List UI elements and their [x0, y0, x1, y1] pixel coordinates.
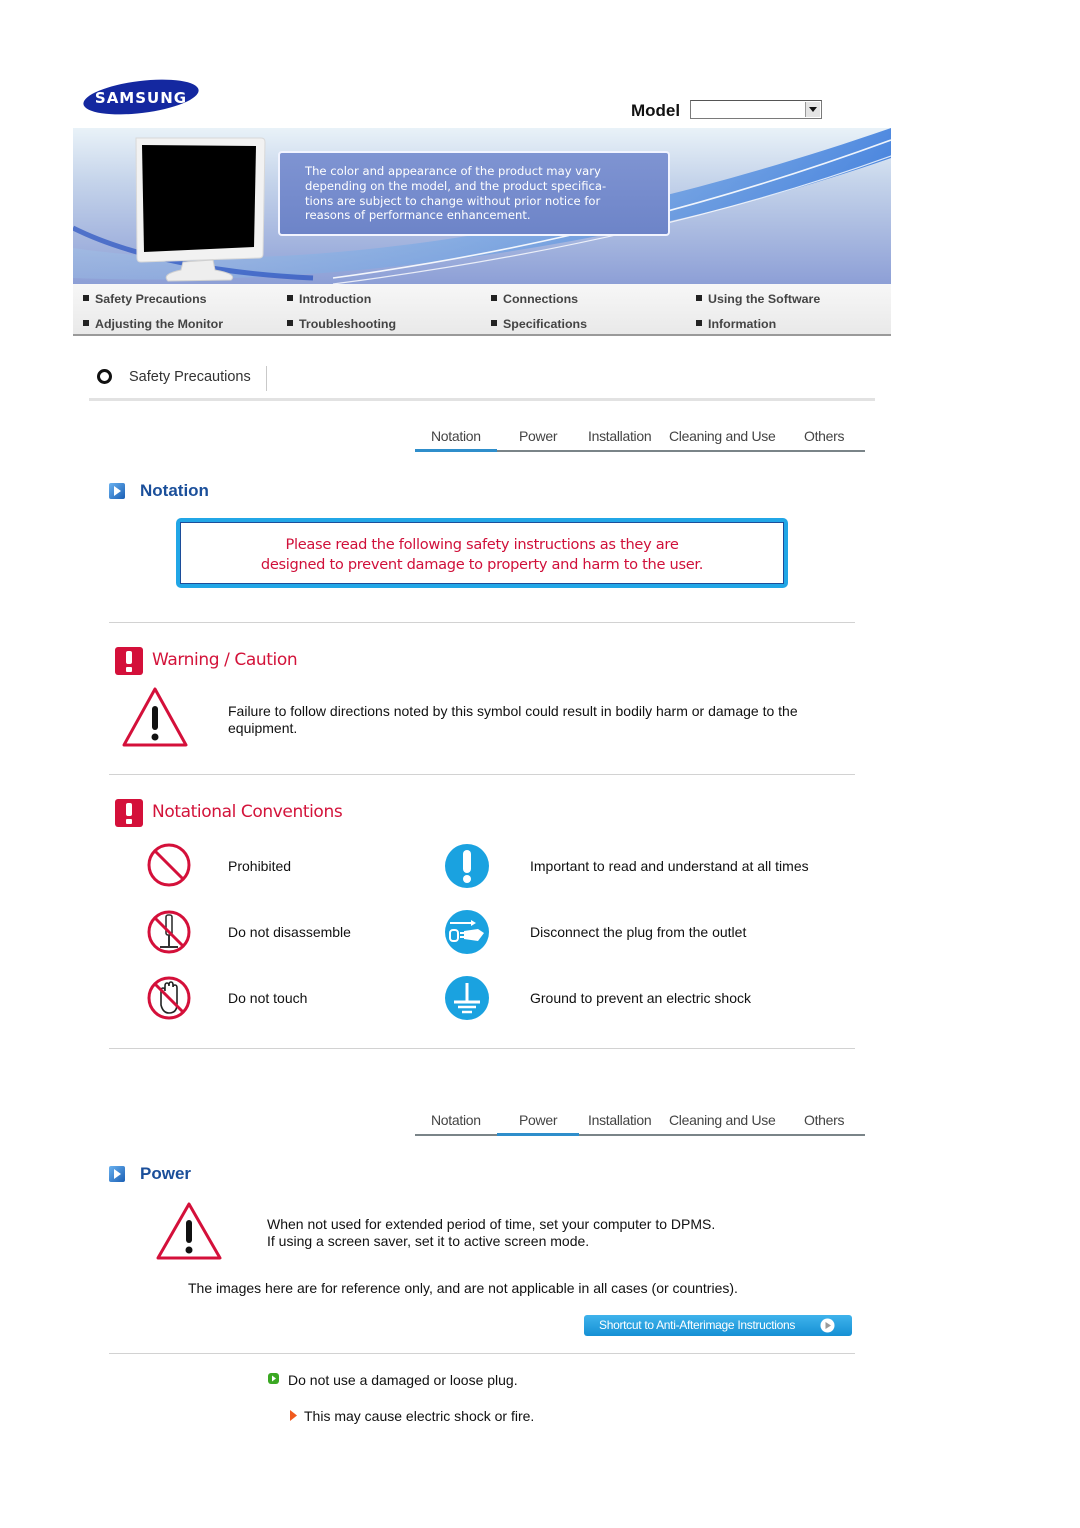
convention-label: Do not touch [228, 990, 308, 1006]
convention-label: Disconnect the plug from the outlet [530, 924, 747, 940]
nav-information[interactable]: Information [696, 317, 776, 331]
brand-text: SAMSUNG [95, 89, 187, 107]
circle-bullet-icon [97, 369, 112, 384]
bullet-icon [287, 320, 293, 326]
banner-note-line: The color and appearance of the product … [305, 164, 601, 178]
tab-notation[interactable]: Notation [431, 428, 481, 444]
bullet-icon [696, 320, 702, 326]
tab-installation[interactable]: Installation [588, 428, 652, 444]
power-warning-line: If using a screen saver, set it to activ… [267, 1233, 590, 1249]
shortcut-button-label: Shortcut to Anti-Afterimage Instructions [599, 1318, 796, 1332]
nav-label: Using the Software [708, 292, 821, 306]
bullet-icon [287, 295, 293, 301]
notice-line: designed to prevent damage to property a… [260, 555, 704, 573]
bullet-icon [83, 295, 89, 301]
divider [266, 366, 267, 391]
nav-label: Connections [503, 292, 579, 306]
tab-others[interactable]: Others [804, 1112, 845, 1128]
ground-icon [445, 976, 489, 1020]
active-tab-indicator [497, 1133, 579, 1136]
notice-line: Please read the following safety instruc… [285, 536, 679, 553]
bullet-icon [696, 295, 702, 301]
important-icon [445, 844, 489, 888]
convention-label: Important to read and understand at all … [530, 858, 809, 874]
main-nav: Safety Precautions Introduction Connecti… [73, 284, 891, 336]
model-label: Model [631, 101, 681, 120]
tab-cleaning-and-use[interactable]: Cleaning and Use [669, 428, 776, 444]
nav-connections[interactable]: Connections [491, 292, 578, 306]
samsung-logo: SAMSUNG [82, 78, 200, 116]
notational-conventions-heading: Notational Conventions [152, 802, 343, 822]
divider [109, 774, 855, 775]
tab-cleaning-and-use[interactable]: Cleaning and Use [669, 1112, 776, 1128]
do-not-disassemble-icon [147, 910, 191, 954]
tab-installation[interactable]: Installation [588, 1112, 652, 1128]
nav-label: Troubleshooting [299, 317, 397, 331]
power-heading: Power [140, 1164, 192, 1183]
bullet-icon [491, 320, 497, 326]
divider [109, 622, 855, 623]
bullet-icon [83, 320, 89, 326]
section-tabs-top: Notation Power Installation Cleaning and… [415, 426, 865, 452]
disconnect-plug-icon [445, 910, 489, 954]
tab-others[interactable]: Others [804, 428, 845, 444]
do-not-touch-icon [147, 976, 191, 1020]
notation-heading: Notation [140, 481, 209, 500]
section-arrow-icon [109, 1166, 125, 1182]
warning-triangle-icon [122, 687, 188, 747]
nav-label: Introduction [299, 292, 372, 306]
tab-power[interactable]: Power [519, 428, 557, 444]
orange-arrow-bullet-icon [290, 1410, 297, 1421]
section-arrow-icon [109, 483, 125, 499]
safety-notice-box: Please read the following safety instruc… [176, 518, 788, 588]
active-tab-indicator [415, 449, 497, 452]
convention-label: Do not disassemble [228, 924, 351, 940]
banner-note-line: depending on the model, and the product … [305, 178, 607, 193]
prohibited-icon [147, 843, 191, 887]
nav-troubleshooting[interactable]: Troubleshooting [287, 317, 396, 331]
nav-adjusting-the-monitor[interactable]: Adjusting the Monitor [83, 317, 223, 331]
section-tabs-bottom: Notation Power Installation Cleaning and… [415, 1110, 865, 1136]
bullet-icon [491, 295, 497, 301]
nav-safety-precautions[interactable]: Safety Precautions [83, 292, 207, 306]
divider [109, 1353, 855, 1354]
nav-label: Safety Precautions [95, 292, 207, 306]
breadcrumb-label: Safety Precautions [129, 369, 251, 385]
nav-label: Information [708, 317, 777, 331]
reference-note: The images here are for reference only, … [188, 1280, 738, 1296]
exclamation-badge-icon [115, 799, 143, 827]
banner-disclaimer: The color and appearance of the product … [278, 151, 670, 236]
nav-introduction[interactable]: Introduction [287, 292, 371, 306]
warning-description: Failure to follow directions noted by th… [228, 703, 798, 736]
power-warning-text: When not used for extended period of tim… [267, 1216, 715, 1250]
nav-label: Specifications [503, 317, 588, 331]
convention-label: Ground to prevent an electric shock [530, 990, 752, 1006]
power-sub-item: This may cause electric shock or fire. [304, 1408, 535, 1424]
power-item: Do not use a damaged or loose plug. [288, 1372, 518, 1388]
green-arrow-bullet-icon [268, 1373, 279, 1384]
dropdown-arrow-icon[interactable] [805, 102, 820, 117]
warning-triangle-icon [156, 1202, 222, 1260]
hero-banner: The color and appearance of the product … [73, 128, 891, 284]
anti-afterimage-shortcut-button[interactable]: Shortcut to Anti-Afterimage Instructions [584, 1315, 852, 1336]
exclamation-badge-icon [115, 647, 143, 675]
model-select[interactable] [690, 100, 822, 119]
convention-label: Prohibited [228, 858, 292, 874]
nav-specifications[interactable]: Specifications [491, 317, 587, 331]
divider [109, 1048, 855, 1049]
nav-label: Adjusting the Monitor [95, 317, 224, 331]
banner-note-line: reasons of performance enhancement. [305, 208, 531, 223]
banner-note-line: tions are subject to change without prio… [305, 193, 601, 208]
section-breadcrumb: Safety Precautions [89, 364, 875, 401]
power-warning-line: When not used for extended period of tim… [267, 1216, 716, 1232]
warning-caution-heading: Warning / Caution [152, 650, 298, 670]
play-circle-icon [820, 1318, 835, 1333]
tab-power[interactable]: Power [519, 1112, 557, 1128]
tab-notation[interactable]: Notation [431, 1112, 481, 1128]
nav-using-the-software[interactable]: Using the Software [696, 292, 820, 306]
